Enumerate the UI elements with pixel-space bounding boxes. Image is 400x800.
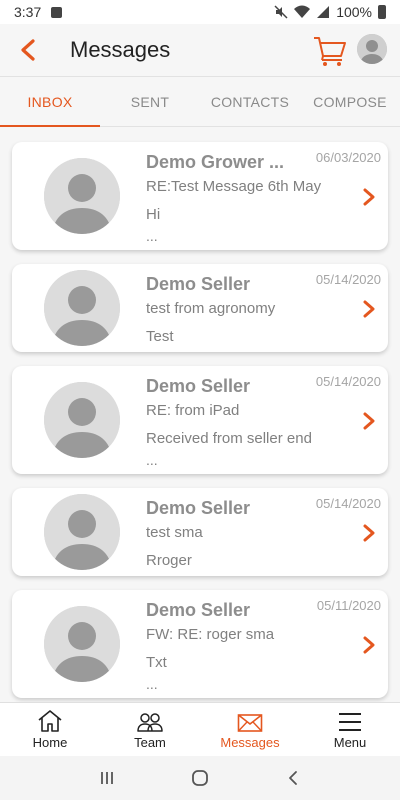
recent-apps-icon xyxy=(100,772,113,784)
battery-percent: 100% xyxy=(336,4,372,20)
sender-name: Demo Seller xyxy=(146,274,251,294)
cart-icon xyxy=(314,37,346,66)
chevron-right-icon xyxy=(363,636,375,654)
system-navigation-bar xyxy=(0,756,400,800)
status-right: 100% xyxy=(274,4,386,20)
home-circle-icon xyxy=(192,770,208,786)
message-date: 05/11/2020 xyxy=(316,598,381,613)
status-bar: 3:37 100% xyxy=(0,0,400,24)
sender-avatar xyxy=(44,382,120,458)
messages-screen: 3:37 100% Messages INBOX SENT CONTACTS C… xyxy=(0,0,400,800)
message-date: 05/14/2020 xyxy=(315,374,381,389)
message-ellipsis: ... xyxy=(146,676,158,692)
user-silhouette-icon xyxy=(357,34,387,64)
sender-name: Demo Seller xyxy=(146,600,251,620)
message-subject: FW: RE: roger sma xyxy=(146,626,275,643)
chevron-right-icon xyxy=(363,412,375,430)
user-silhouette-icon xyxy=(44,382,120,458)
message-subject: RE:Test Message 6th May xyxy=(146,178,322,195)
sender-name: Demo Seller xyxy=(146,376,251,396)
home-icon xyxy=(38,710,62,732)
message-preview: Rroger xyxy=(146,552,192,569)
message-date: 06/03/2020 xyxy=(315,150,381,165)
message-preview: Txt xyxy=(146,654,167,671)
mute-icon xyxy=(274,5,288,19)
profile-avatar[interactable] xyxy=(357,34,387,64)
sender-avatar xyxy=(44,270,120,346)
tab-compose[interactable]: COMPOSE xyxy=(300,77,400,126)
nav-menu-label: Menu xyxy=(333,735,367,750)
back-button[interactable] xyxy=(0,24,56,77)
message-subject: test sma xyxy=(146,524,203,541)
user-silhouette-icon xyxy=(44,270,120,346)
message-ellipsis: ... xyxy=(146,452,158,468)
message-card[interactable]: Demo Grower ... 06/03/2020 RE:Test Messa… xyxy=(12,142,388,250)
signal-icon xyxy=(317,6,330,18)
envelope-icon xyxy=(237,714,263,732)
chevron-right-icon xyxy=(363,524,375,542)
message-preview: Test xyxy=(146,328,174,345)
message-card[interactable]: Demo Seller 05/14/2020 test sma Rroger xyxy=(12,488,388,576)
home-system-button[interactable] xyxy=(180,763,220,793)
team-icon xyxy=(137,713,163,732)
nav-team[interactable]: Team xyxy=(100,703,200,756)
battery-icon xyxy=(378,5,386,19)
back-arrow-icon xyxy=(21,39,35,61)
message-date: 05/14/2020 xyxy=(315,272,381,287)
message-card[interactable]: Demo Seller 05/11/2020 FW: RE: roger sma… xyxy=(12,590,388,698)
page-title: Messages xyxy=(70,37,171,62)
sender-avatar xyxy=(44,606,120,682)
nav-team-label: Team xyxy=(134,735,166,750)
tab-sent[interactable]: SENT xyxy=(100,77,200,126)
message-list[interactable]: Demo Grower ... 06/03/2020 RE:Test Messa… xyxy=(0,127,400,702)
message-card[interactable]: Demo Seller 05/14/2020 RE: from iPad Rec… xyxy=(12,366,388,474)
message-preview: Hi xyxy=(146,206,161,223)
sender-avatar xyxy=(44,494,120,570)
message-preview: Received from seller end xyxy=(146,430,312,447)
nav-messages-label: Messages xyxy=(220,735,280,750)
recent-apps-button[interactable] xyxy=(87,763,127,793)
chevron-right-icon xyxy=(363,188,375,206)
sender-avatar xyxy=(44,158,120,234)
message-subject: test from agronomy xyxy=(146,300,276,317)
status-time: 3:37 xyxy=(14,4,42,20)
app-header: Messages xyxy=(0,24,400,77)
message-ellipsis: ... xyxy=(146,228,158,244)
sender-name: Demo Seller xyxy=(146,498,251,518)
nav-home-label: Home xyxy=(32,735,68,750)
user-silhouette-icon xyxy=(44,606,120,682)
tab-contacts[interactable]: CONTACTS xyxy=(200,77,300,126)
nav-messages[interactable]: Messages xyxy=(200,703,300,756)
message-date: 05/14/2020 xyxy=(315,496,381,511)
message-card[interactable]: Demo Seller 05/14/2020 test from agronom… xyxy=(12,264,388,352)
sender-name: Demo Grower ... xyxy=(146,152,285,172)
bottom-navigation: Home Team Messages Menu xyxy=(0,702,400,756)
nav-home[interactable]: Home xyxy=(0,703,100,756)
message-tabs: INBOX SENT CONTACTS COMPOSE xyxy=(0,77,400,127)
message-subject: RE: from iPad xyxy=(146,402,240,419)
nav-menu[interactable]: Menu xyxy=(300,703,400,756)
hamburger-icon xyxy=(339,713,361,731)
back-system-button[interactable] xyxy=(273,763,313,793)
chevron-right-icon xyxy=(363,300,375,318)
tab-inbox[interactable]: INBOX xyxy=(0,77,100,127)
user-silhouette-icon xyxy=(44,158,120,234)
wifi-icon xyxy=(294,5,311,18)
cart-button[interactable] xyxy=(312,32,348,68)
user-silhouette-icon xyxy=(44,494,120,570)
notification-icon xyxy=(51,6,63,18)
back-chevron-icon xyxy=(289,771,298,785)
